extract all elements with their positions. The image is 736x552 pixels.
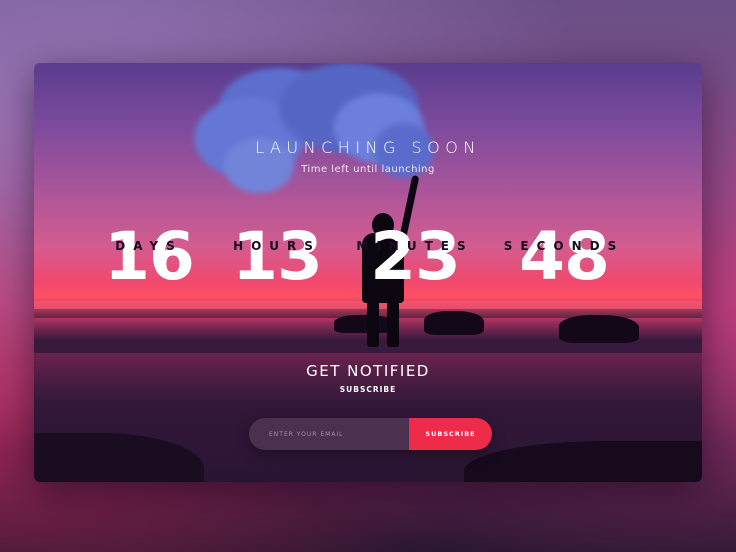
countdown-minutes-label: MINUTES [356, 239, 474, 253]
countdown-seconds-value: 48 [519, 218, 610, 295]
notify-subheading: SUBSCRIBE [339, 385, 397, 394]
notify-heading: GET NOTIFIED [306, 362, 430, 380]
subscribe-button[interactable]: SUBSCRIBE [409, 418, 492, 450]
page-subtitle: Time left until launching [301, 164, 435, 175]
countdown-minutes-value: 23 [370, 218, 461, 295]
hero-card: LAUNCHING SOON Time left until launching… [34, 63, 702, 482]
countdown-hours-label: HOURS [233, 239, 321, 253]
countdown-hours-value: 13 [232, 218, 323, 295]
page-title: LAUNCHING SOON [255, 138, 481, 157]
subscribe-form: SUBSCRIBE [249, 418, 492, 450]
countdown-seconds-label: SECONDS [503, 239, 625, 253]
email-input[interactable] [249, 418, 409, 450]
